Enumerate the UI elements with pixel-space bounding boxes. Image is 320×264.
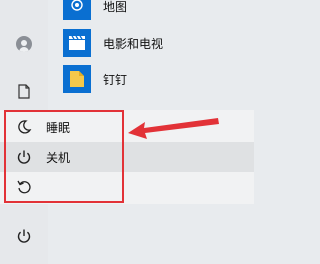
red-arrow-icon — [128, 118, 219, 139]
